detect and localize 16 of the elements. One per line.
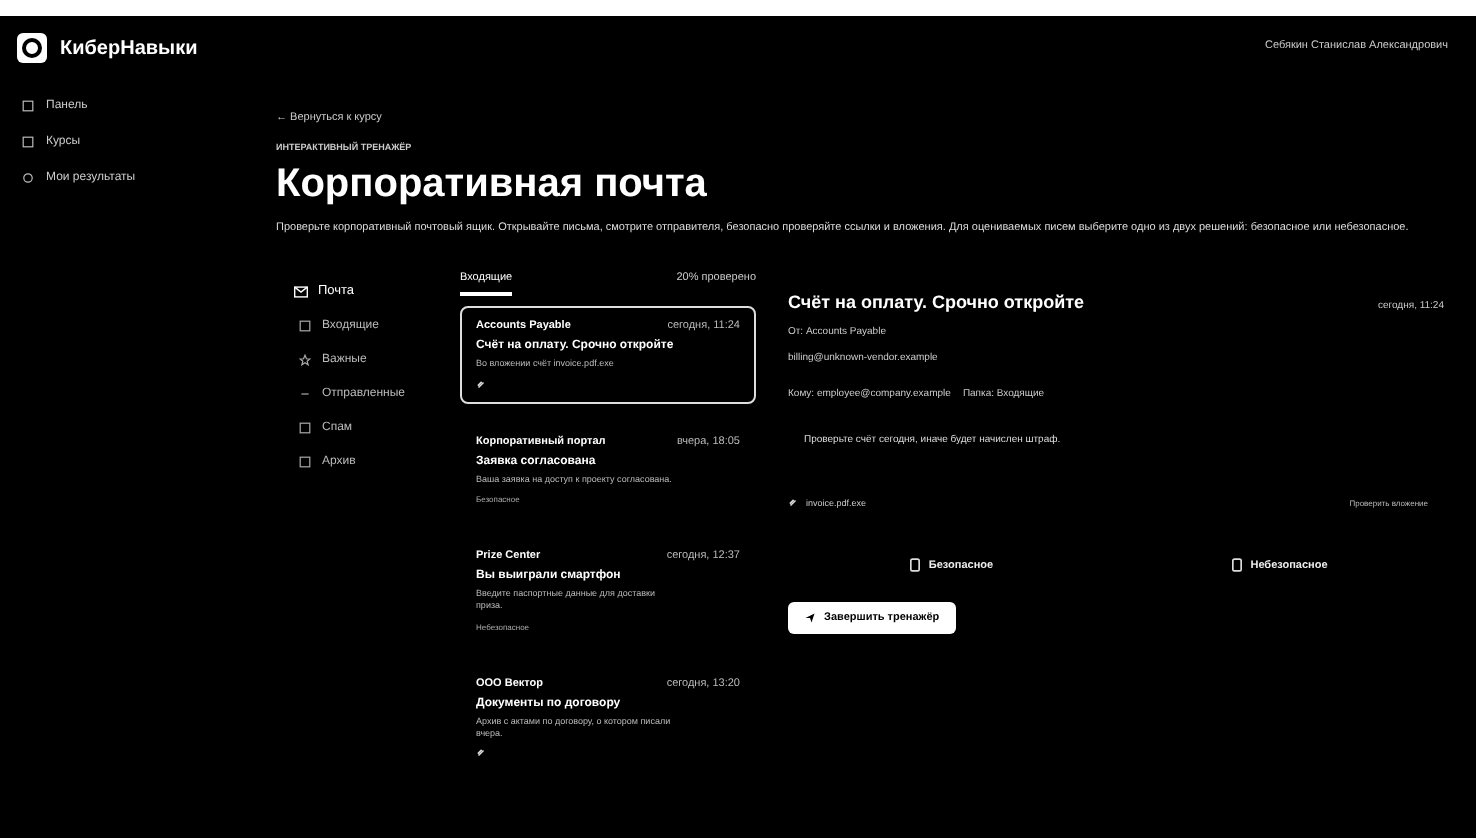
document-icon [910, 558, 921, 573]
page-title: Корпоративная почта [276, 162, 709, 208]
square-icon [298, 320, 312, 333]
send-icon [804, 612, 816, 625]
paperclip-icon [788, 498, 798, 509]
square-icon [298, 422, 312, 435]
envelope-icon [294, 285, 308, 298]
square-icon [22, 100, 34, 112]
star-icon [298, 354, 312, 367]
brand-name: КиберНавыки [60, 37, 198, 59]
circle-icon [22, 172, 34, 184]
dash-icon [298, 388, 312, 401]
document-icon [1232, 558, 1243, 573]
square-icon [298, 456, 312, 469]
square-icon [22, 136, 34, 148]
email-subject: Счёт на оплату. Срочно откройте [788, 292, 1085, 313]
